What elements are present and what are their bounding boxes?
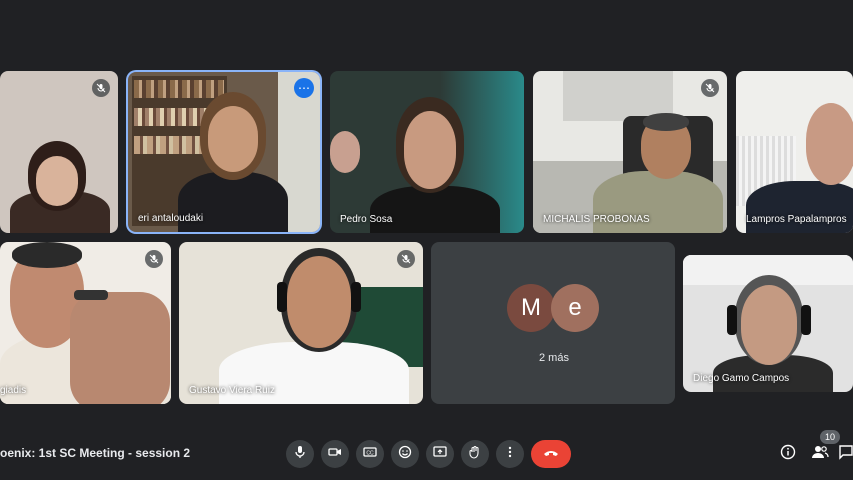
others-tile[interactable]: M e 2 más bbox=[431, 242, 675, 404]
more-options-button[interactable] bbox=[496, 440, 524, 468]
people-count-badge: 10 bbox=[820, 430, 840, 444]
chat-button[interactable] bbox=[838, 443, 853, 465]
people-icon bbox=[811, 444, 829, 465]
muted-mic-icon bbox=[701, 79, 719, 97]
meeting-title: oenix: 1st SC Meeting - session 2 bbox=[0, 446, 191, 460]
muted-mic-icon bbox=[145, 250, 163, 268]
video-tile-participant-8[interactable]: Diego Gamo Campos bbox=[683, 255, 853, 392]
emoji-button[interactable] bbox=[391, 440, 419, 468]
more-options-button[interactable]: ⋯ bbox=[294, 78, 314, 98]
microphone-icon bbox=[293, 445, 307, 464]
video-tile-participant-7[interactable]: Gustavo Viera Ruiz bbox=[179, 242, 423, 404]
participant-name: Pedro Sosa bbox=[340, 214, 393, 225]
present-button[interactable] bbox=[426, 440, 454, 468]
emoji-icon bbox=[398, 445, 412, 464]
meeting-info-button[interactable] bbox=[777, 443, 799, 465]
video-tile-participant-1[interactable] bbox=[0, 71, 118, 233]
raise-hand-icon bbox=[468, 445, 482, 464]
captions-button[interactable]: CC bbox=[356, 440, 384, 468]
svg-text:CC: CC bbox=[366, 450, 374, 456]
chat-icon bbox=[838, 444, 853, 465]
participant-name: Lampros Papalampros bbox=[746, 214, 847, 225]
camera-icon bbox=[328, 445, 342, 464]
participant-name: Diego Gamo Campos bbox=[693, 373, 790, 384]
participant-name: MICHALIS PROBONAS bbox=[543, 214, 650, 225]
video-tile-participant-5[interactable]: Lampros Papalampros bbox=[736, 71, 853, 233]
captions-icon: CC bbox=[363, 445, 377, 464]
participant-name: eri antaloudaki bbox=[138, 213, 204, 224]
more-options-icon bbox=[503, 445, 517, 464]
others-count-label: 2 más bbox=[539, 352, 569, 364]
end-call-button[interactable] bbox=[531, 440, 571, 468]
muted-mic-icon bbox=[92, 79, 110, 97]
video-tile-participant-3[interactable]: Pedro Sosa bbox=[330, 71, 524, 233]
raise-hand-button[interactable] bbox=[461, 440, 489, 468]
people-button[interactable] bbox=[809, 443, 831, 465]
camera-button[interactable] bbox=[321, 440, 349, 468]
end-call-icon bbox=[543, 445, 559, 463]
participant-name: giadis bbox=[0, 385, 27, 396]
participant-name: Gustavo Viera Ruiz bbox=[189, 385, 275, 396]
info-icon bbox=[780, 444, 796, 465]
present-screen-icon bbox=[433, 445, 447, 464]
microphone-button[interactable] bbox=[286, 440, 314, 468]
video-tile-participant-2[interactable]: ⋯ eri antaloudaki bbox=[128, 72, 320, 232]
video-tile-participant-6[interactable]: giadis bbox=[0, 242, 171, 404]
avatar-m: M bbox=[507, 284, 555, 332]
avatar-e: e bbox=[551, 284, 599, 332]
video-tile-participant-4[interactable]: MICHALIS PROBONAS bbox=[533, 71, 727, 233]
muted-mic-icon bbox=[397, 250, 415, 268]
